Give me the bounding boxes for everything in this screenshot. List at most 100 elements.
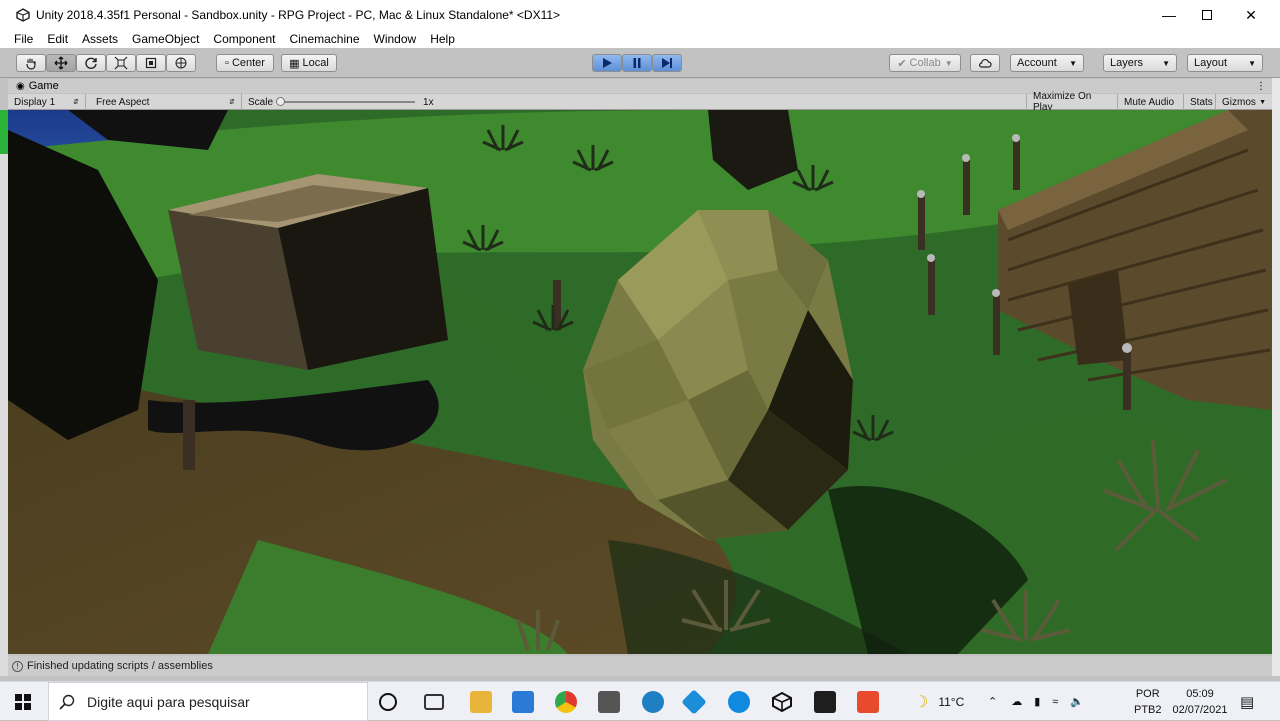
window-titlebar: Unity 2018.4.35f1 Personal - Sandbox.uni… (0, 0, 1280, 30)
weather-widget[interactable]: ☽ 11°C (914, 682, 964, 721)
visual-studio-icon[interactable] (598, 691, 620, 713)
menu-gameobject[interactable]: GameObject (132, 32, 199, 46)
file-explorer-icon[interactable] (470, 691, 492, 713)
chevron-updown-icon: ⇵ (73, 99, 79, 106)
chevron-up-icon[interactable]: ⌃ (988, 695, 997, 708)
display-select[interactable]: Display 1 ⇵ (8, 94, 86, 110)
time-label: 05:09 (1186, 687, 1214, 700)
scale-slider-thumb[interactable] (276, 97, 286, 106)
tab-game[interactable]: ◉ Game (8, 80, 59, 92)
pivot-center-toggle[interactable]: ▫ Center (216, 54, 274, 72)
terminal-icon[interactable] (814, 691, 836, 713)
transform-icon (175, 57, 187, 69)
start-button[interactable] (0, 682, 46, 721)
menu-edit[interactable]: Edit (47, 32, 68, 46)
display-label: Display 1 (14, 96, 56, 108)
menu-help[interactable]: Help (430, 32, 455, 46)
collab-label: Collab (909, 57, 941, 69)
app-dolphin-icon[interactable] (642, 691, 664, 713)
cloud-icon[interactable]: ☁ (1011, 695, 1022, 708)
scale-slider[interactable] (276, 97, 416, 106)
chevron-down-icon: ▼ (944, 58, 953, 68)
account-label: Account (1017, 57, 1057, 69)
mute-audio-toggle[interactable]: Mute Audio (1118, 94, 1184, 110)
menu-assets[interactable]: Assets (82, 32, 118, 46)
scale-value: 1x (423, 96, 434, 108)
layout-code-label: PTB2 (1134, 703, 1162, 716)
scale-label: Scale (248, 96, 274, 108)
info-icon: ! (12, 660, 23, 672)
recorder-icon[interactable] (857, 691, 879, 713)
task-view-icon[interactable] (424, 694, 444, 710)
hand-tool-button[interactable] (16, 54, 46, 72)
edge-icon[interactable] (728, 691, 750, 713)
game-scene-render (8, 110, 1272, 654)
maximize-button[interactable] (1184, 0, 1230, 30)
console-status-bar[interactable]: ! Finished updating scripts / assemblies (8, 656, 1272, 676)
notifications-button[interactable]: ▤ (1240, 682, 1254, 721)
step-button[interactable] (652, 54, 682, 72)
unity-taskbar-icon[interactable] (771, 691, 793, 713)
unity-logo-icon (16, 8, 30, 22)
language-indicator[interactable]: POR PTB2 (1134, 682, 1162, 721)
scale-tool-button[interactable] (106, 54, 136, 72)
game-controller-icon: ◉ (16, 80, 25, 92)
gizmos-dropdown[interactable]: Gizmos ▼ (1216, 94, 1272, 110)
taskbar-search-box[interactable]: Digite aqui para pesquisar (48, 682, 368, 721)
vscode-icon[interactable] (512, 691, 534, 713)
pivot-local-toggle[interactable]: ▦ Local (281, 54, 337, 72)
tab-game-label: Game (28, 80, 59, 92)
menu-component[interactable]: Component (213, 32, 275, 46)
aspect-select[interactable]: Free Aspect ⇵ (90, 94, 242, 110)
chrome-icon[interactable] (555, 691, 577, 713)
tab-menu-icon[interactable]: ⋮ (1256, 81, 1266, 92)
stats-toggle[interactable]: Stats (1184, 94, 1216, 110)
maximize-on-play-toggle[interactable]: Maximize On Play (1026, 91, 1118, 113)
cloud-button[interactable] (970, 54, 1000, 72)
game-viewport[interactable] (8, 110, 1272, 654)
battery-icon[interactable]: ▮ (1034, 695, 1040, 708)
chevron-down-icon: ▼ (1069, 58, 1077, 68)
app-diamond-icon[interactable] (681, 689, 707, 715)
menu-file[interactable]: File (14, 32, 33, 46)
layers-label: Layers (1110, 57, 1144, 69)
pause-button[interactable] (622, 54, 652, 72)
layout-dropdown[interactable]: Layout ▼ (1187, 54, 1263, 72)
rotate-icon (85, 57, 97, 69)
maximize-icon (1202, 10, 1212, 20)
cloud-icon (979, 59, 992, 68)
minimize-icon: — (1162, 7, 1176, 23)
notification-icon: ▤ (1240, 693, 1255, 711)
check-icon: ✔ (897, 57, 907, 70)
play-button[interactable] (592, 54, 622, 72)
account-dropdown[interactable]: Account ▼ (1010, 54, 1084, 72)
menu-window[interactable]: Window (374, 32, 417, 46)
clock[interactable]: 05:09 02/07/2021 (1168, 682, 1232, 721)
windows-taskbar: Digite aqui para pesquisar ☽ 11°C ⌃ ☁ ▮ … (0, 681, 1280, 721)
right-scroll-strip[interactable] (1272, 78, 1280, 676)
move-tool-button[interactable] (46, 54, 76, 72)
local-icon: ▦ (289, 57, 300, 70)
windows-logo-icon (15, 693, 31, 710)
menu-bar: File Edit Assets GameObject Component Ci… (0, 30, 1280, 48)
close-button[interactable]: ✕ (1228, 0, 1274, 30)
pause-icon (633, 58, 641, 68)
hand-icon (26, 58, 36, 70)
lang-label: POR (1135, 687, 1160, 700)
wifi-icon[interactable]: ≈ (1052, 696, 1058, 708)
search-placeholder: Digite aqui para pesquisar (87, 693, 250, 710)
layers-dropdown[interactable]: Layers ▼ (1103, 54, 1177, 72)
rotate-tool-button[interactable] (76, 54, 106, 72)
volume-icon[interactable]: 🔈 (1070, 695, 1084, 708)
transform-tool-button[interactable] (166, 54, 196, 72)
game-view-bar: Display 1 ⇵ Free Aspect ⇵ Scale 1x Maximiz… (8, 91, 1272, 113)
step-icon (662, 58, 672, 68)
menu-cinemachine[interactable]: Cinemachine (289, 32, 359, 46)
search-icon (59, 694, 75, 710)
center-icon: ▫ (225, 57, 229, 69)
left-panel-strip (0, 110, 8, 676)
date-label: 02/07/2021 (1172, 703, 1228, 716)
cortana-icon[interactable] (379, 693, 397, 711)
rect-tool-button[interactable] (136, 54, 166, 72)
collab-dropdown[interactable]: ✔ Collab ▼ (889, 54, 961, 72)
